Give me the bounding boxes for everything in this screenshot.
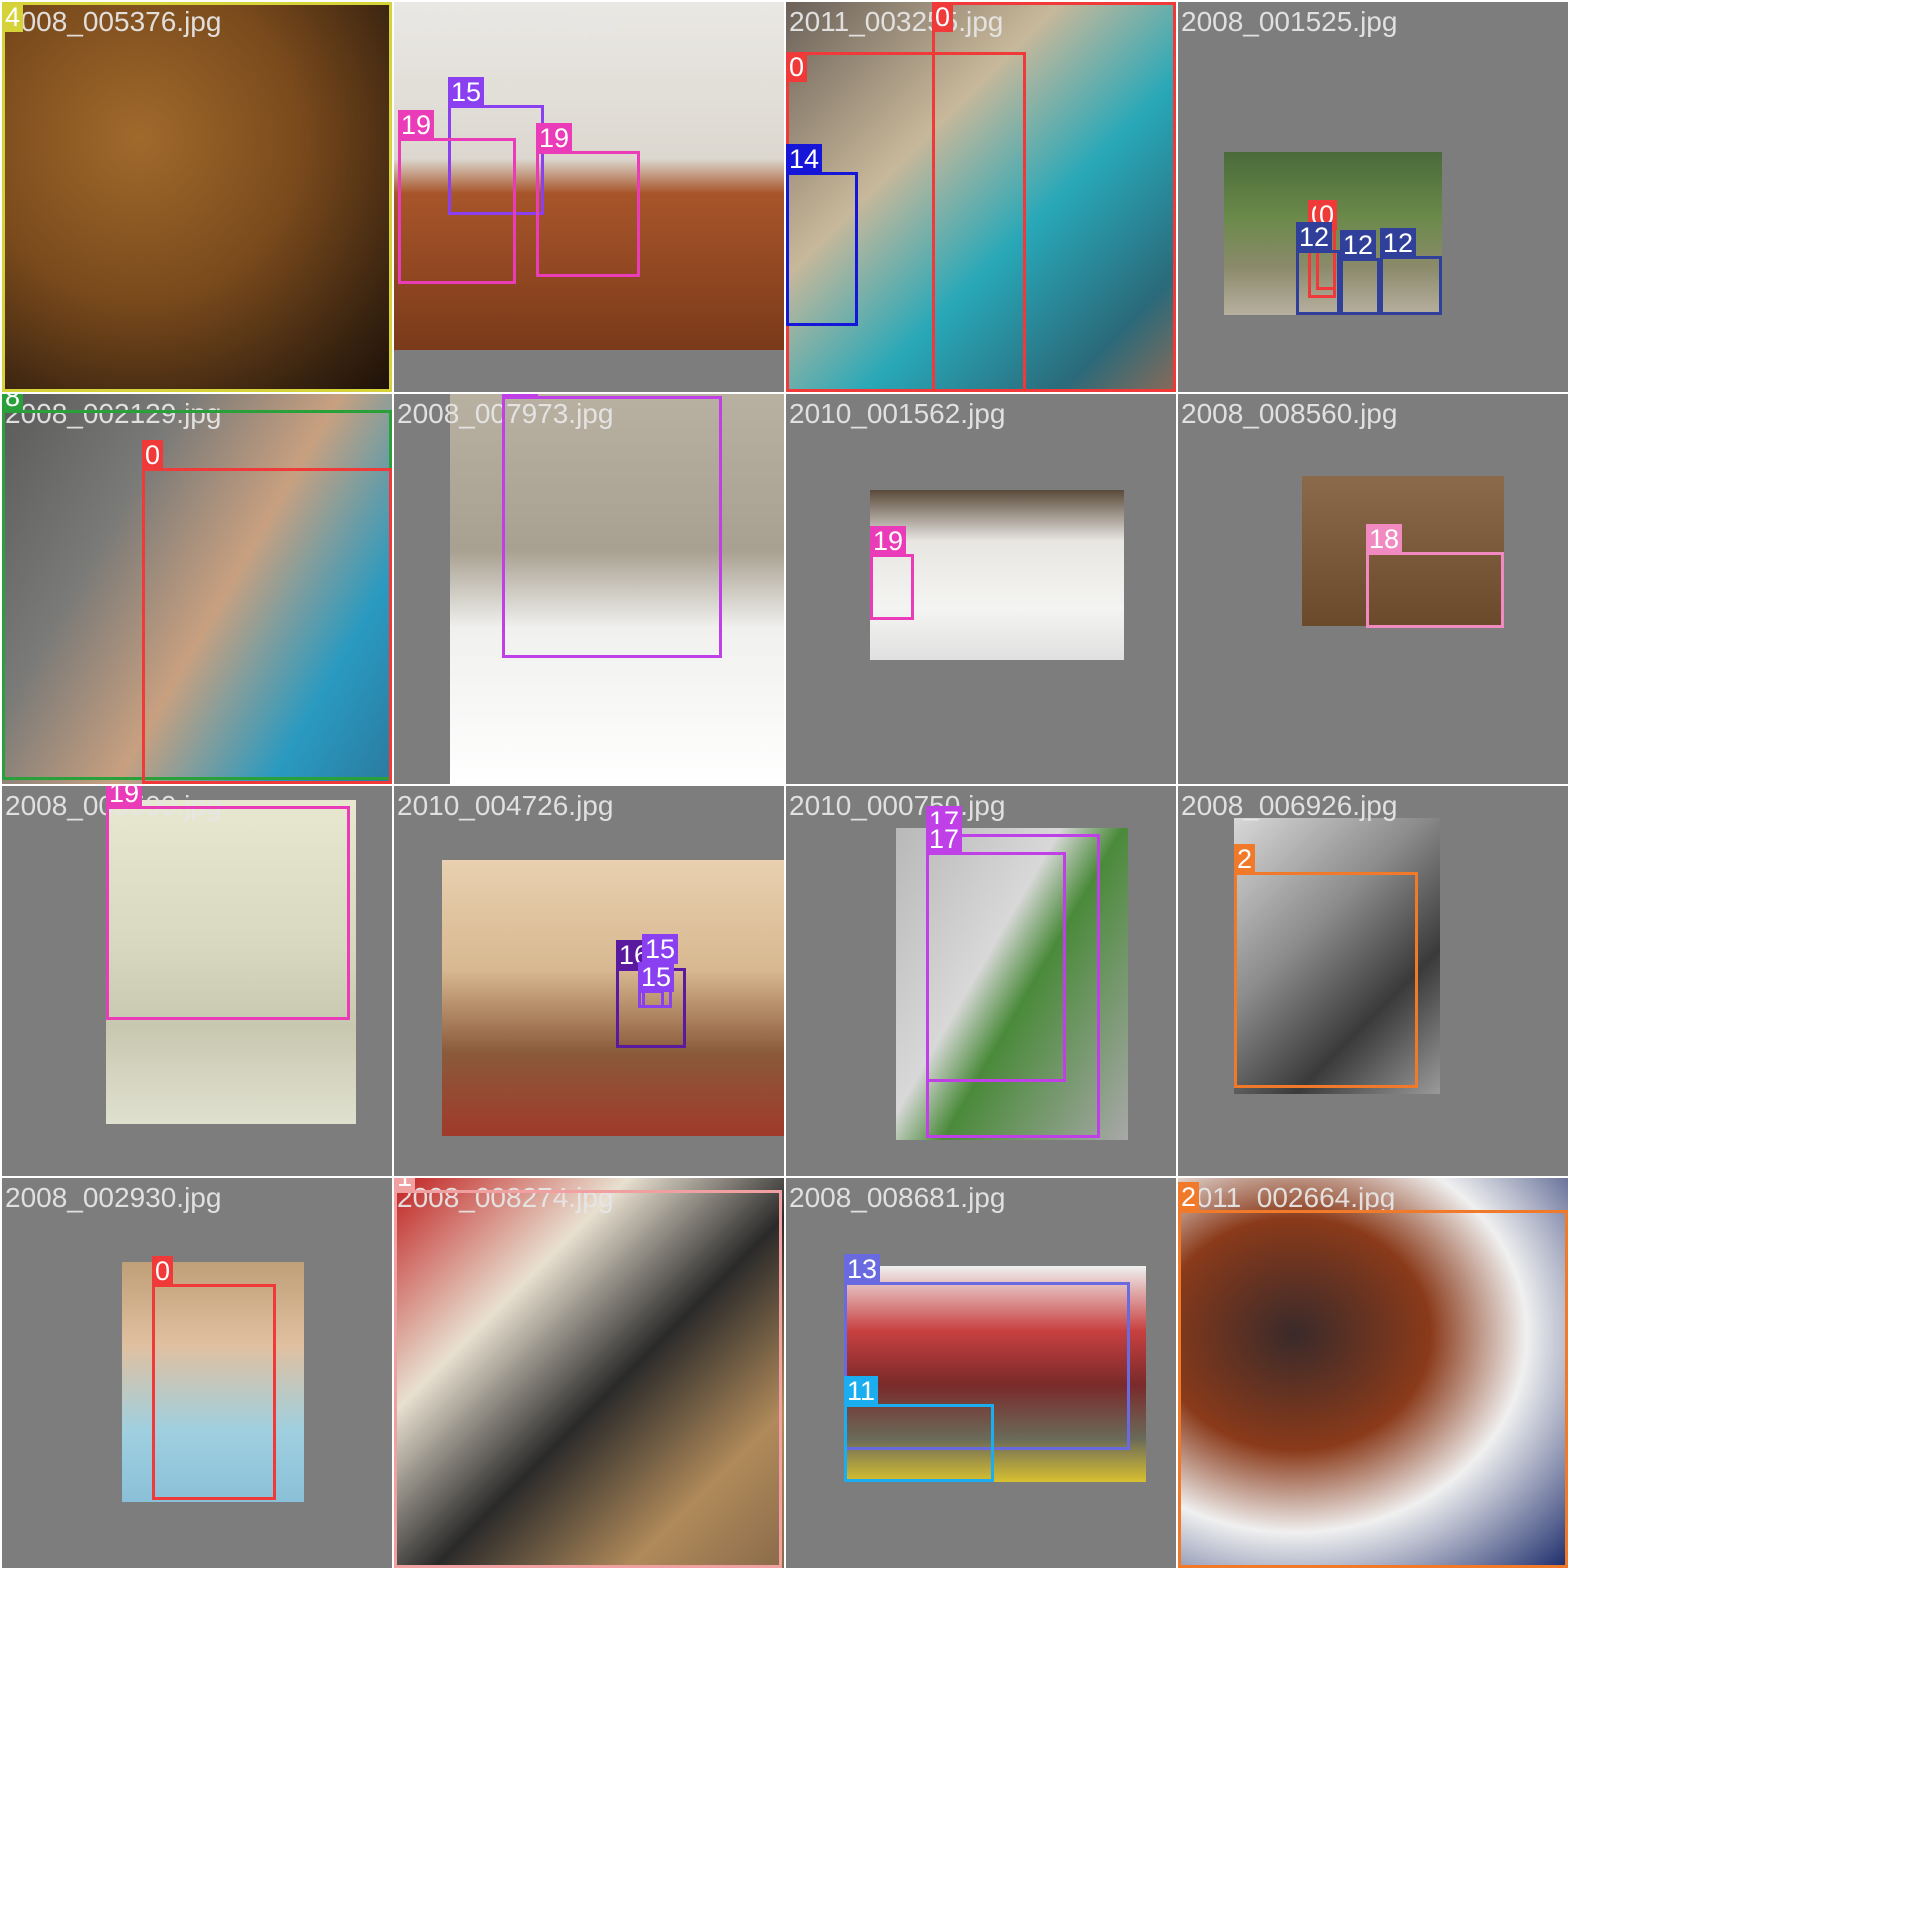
image-filename: 2008_008560.jpg — [1181, 398, 1398, 429]
tile-11[interactable]: 2010_000750.jpg 17 17 — [786, 786, 1176, 1176]
box-class-label: 2 — [1234, 844, 1256, 874]
box-class-label: 0 — [932, 2, 954, 32]
bounding-box[interactable]: 19 — [106, 786, 350, 1020]
tile-13[interactable]: 2008_002930.jpg 0 — [2, 1178, 392, 1568]
tile-12[interactable]: 2008_006926.jpg 2 — [1178, 786, 1568, 1176]
bounding-box[interactable]: 12 — [1296, 222, 1340, 315]
bounding-box[interactable]: 11 — [844, 1376, 994, 1482]
bounding-box[interactable]: 12 — [1340, 230, 1380, 315]
box-class-label: 12 — [1296, 222, 1333, 252]
tile-1[interactable]: 2008_005376.jpg 4 — [2, 2, 392, 392]
bounding-box[interactable]: 17 — [926, 824, 1066, 1082]
bounding-box[interactable]: 2 — [1234, 844, 1418, 1088]
box-class-label: 11 — [844, 1376, 879, 1406]
box-class-label: 0 — [152, 1256, 174, 1286]
box-class-label: 4 — [2, 2, 24, 32]
bounding-box[interactable]: 0 — [152, 1256, 276, 1500]
bounding-box[interactable]: 17 — [502, 394, 722, 658]
box-class-label: 2 — [1178, 1182, 1200, 1212]
box-class-label: 15 — [448, 77, 485, 107]
tile-5[interactable]: 2008_002129.jpg 8 0 — [2, 394, 392, 784]
image-filename: 2008_006926.jpg — [1181, 790, 1398, 821]
box-class-label: 1 — [394, 1178, 416, 1192]
box-class-label: 13 — [844, 1254, 881, 1284]
box-class-label: 15 — [642, 934, 679, 964]
bounding-box[interactable]: 14 — [786, 144, 858, 326]
tile-3[interactable]: 2011_003255.jpg 0 0 14 — [786, 2, 1176, 392]
tile-15[interactable]: 2008_008681.jpg 13 11 — [786, 1178, 1176, 1568]
image-filename: 2010_000787.jpg — [397, 6, 614, 37]
tile-10[interactable]: 2010_004726.jpg 16 15 15 — [394, 786, 784, 1176]
image-filename: 2008_001525.jpg — [1181, 6, 1398, 37]
box-class-label: 15 — [638, 962, 675, 992]
image-filename: 2008_008681.jpg — [789, 1182, 1006, 1213]
bounding-box[interactable]: 2 — [1178, 1182, 1568, 1568]
box-class-label: 14 — [786, 144, 823, 174]
tile-14[interactable]: 2008_008274.jpg 1 — [394, 1178, 784, 1568]
tile-9[interactable]: 2008_000500.jpg 19 — [2, 786, 392, 1176]
bounding-box[interactable]: 15 — [638, 962, 675, 1008]
image-filename: 2008_002930.jpg — [5, 1182, 222, 1213]
tile-6[interactable]: 2008_007973.jpg 17 — [394, 394, 784, 784]
box-class-label: 19 — [106, 786, 143, 808]
bounding-box[interactable]: 4 — [2, 2, 392, 392]
bounding-box[interactable]: 19 — [398, 110, 516, 284]
bounding-box[interactable]: 12 — [1380, 228, 1442, 315]
photo-kitchen — [442, 860, 784, 1136]
bounding-box[interactable]: 19 — [870, 526, 914, 620]
box-class-label: 0 — [786, 52, 808, 82]
bounding-box[interactable]: 0 — [142, 440, 392, 784]
tile-7[interactable]: 2010_001562.jpg 19 — [786, 394, 1176, 784]
box-class-label: 0 — [142, 440, 164, 470]
image-filename: 2010_001562.jpg — [789, 398, 1006, 429]
box-class-label: 12 — [1340, 230, 1377, 260]
bounding-box[interactable]: 18 — [1366, 524, 1504, 628]
box-class-label: 8 — [2, 394, 24, 412]
tile-16[interactable]: 2011_002664.jpg 2 — [1178, 1178, 1568, 1568]
box-class-label: 17 — [502, 394, 539, 398]
box-class-label: 19 — [870, 526, 907, 556]
tile-8[interactable]: 2008_008560.jpg 18 — [1178, 394, 1568, 784]
image-filename: 2010_004726.jpg — [397, 790, 614, 821]
bounding-box[interactable]: 19 — [536, 123, 640, 277]
mosaic-grid: 2008_005376.jpg 4 2010_000787.jpg 15 19 … — [0, 0, 1568, 1568]
box-class-label: 17 — [926, 824, 963, 854]
tile-2[interactable]: 2010_000787.jpg 15 19 19 — [394, 2, 784, 392]
tile-4[interactable]: 2008_001525.jpg 0 0 12 12 12 — [1178, 2, 1568, 392]
box-class-label: 12 — [1380, 228, 1417, 258]
box-class-label: 19 — [398, 110, 435, 140]
bounding-box[interactable]: 1 — [394, 1178, 782, 1568]
image-filename: 2010_000750.jpg — [789, 790, 1006, 821]
box-class-label: 19 — [536, 123, 573, 153]
box-class-label: 18 — [1366, 524, 1403, 554]
